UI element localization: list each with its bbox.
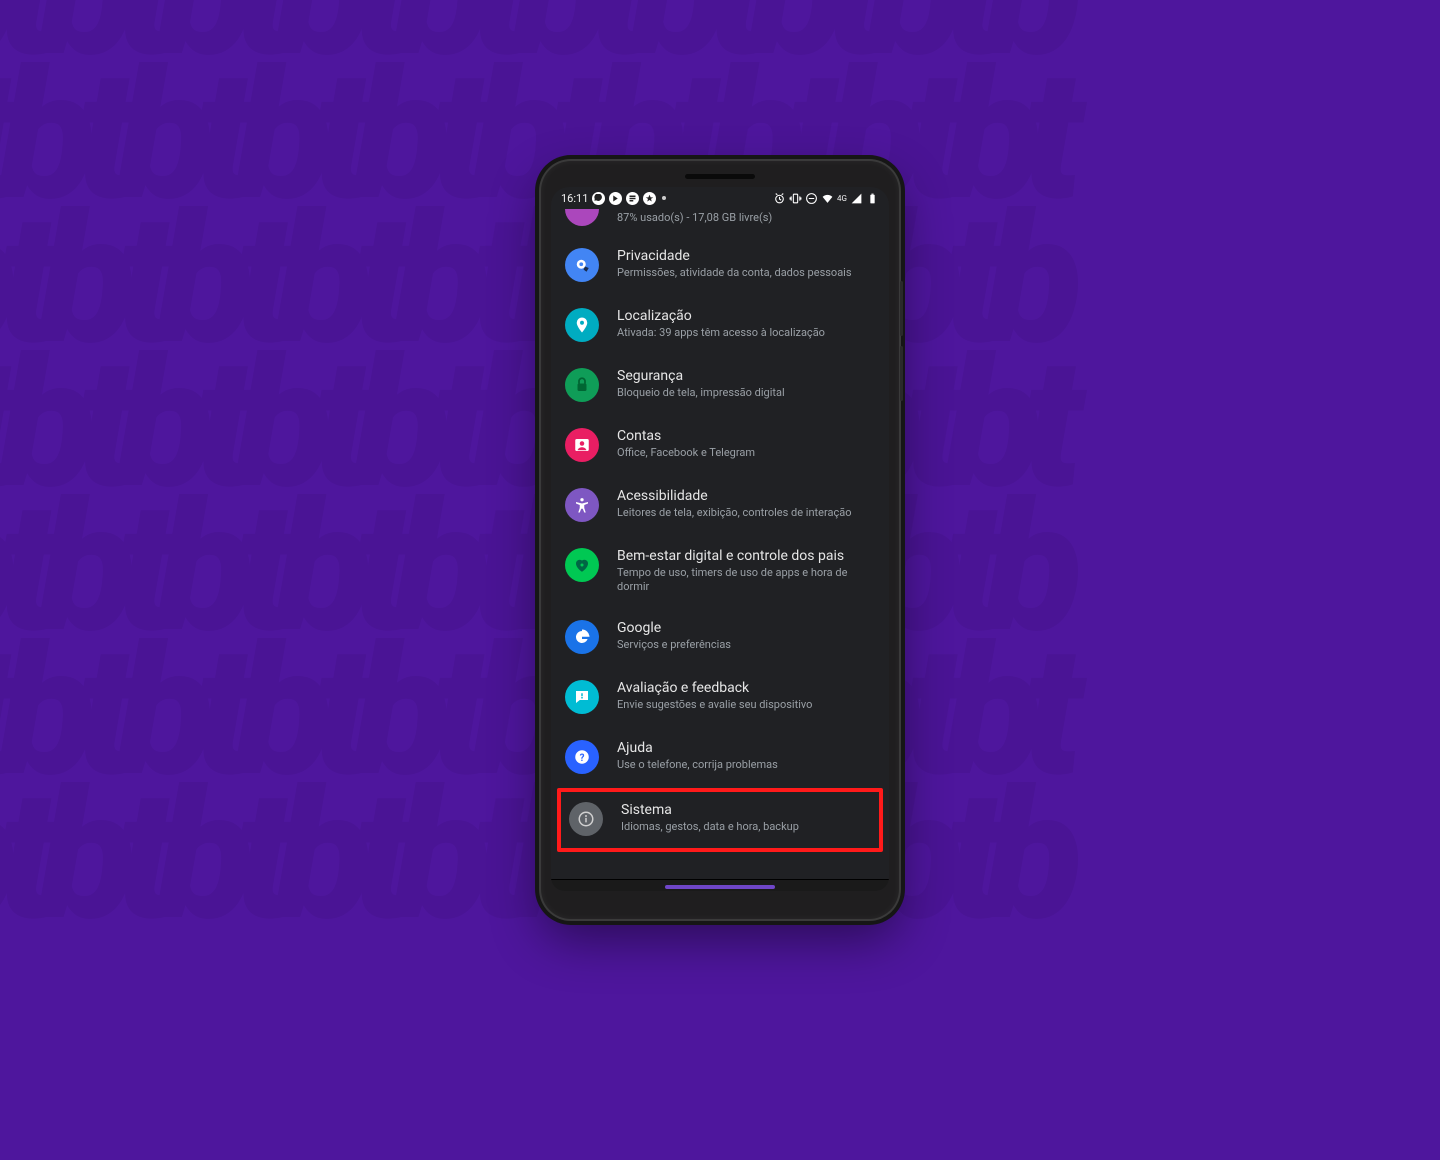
settings-item-subtitle: Bloqueio de tela, impressão digital — [617, 386, 785, 400]
settings-item-location[interactable]: Localização Ativada: 39 apps têm acesso à… — [551, 296, 889, 356]
notification-icon — [626, 192, 639, 205]
g-icon — [565, 620, 599, 654]
user-icon — [565, 428, 599, 462]
eye-shield-icon — [565, 248, 599, 282]
settings-item-subtitle: Idiomas, gestos, data e hora, backup — [621, 820, 799, 834]
settings-item-help[interactable]: Ajuda Use o telefone, corrija problemas — [551, 728, 889, 788]
settings-item-subtitle: Permissões, atividade da conta, dados pe… — [617, 266, 852, 280]
battery-icon — [866, 192, 879, 205]
settings-item-subtitle: Envie sugestões e avalie seu dispositivo — [617, 698, 812, 712]
vibrate-icon — [789, 192, 802, 205]
more-notifications-dot — [662, 196, 666, 200]
settings-item-subtitle: Use o telefone, corrija problemas — [617, 758, 778, 772]
settings-item-subtitle: Leitores de tela, exibição, controles de… — [617, 506, 852, 520]
settings-item-title: Sistema — [621, 802, 799, 818]
question-icon — [565, 740, 599, 774]
lock-icon — [565, 368, 599, 402]
settings-item-accounts[interactable]: Contas Office, Facebook e Telegram — [551, 416, 889, 476]
info-icon — [569, 802, 603, 836]
settings-item-subtitle: Ativada: 39 apps têm acesso à localizaçã… — [617, 326, 825, 340]
settings-item-title: Segurança — [617, 368, 785, 384]
settings-item-title: Privacidade — [617, 248, 852, 264]
settings-item-subtitle: Office, Facebook e Telegram — [617, 446, 755, 460]
settings-list[interactable]: Privacidade Permissões, atividade da cont… — [551, 236, 889, 879]
network-type-label: 4G — [837, 194, 847, 203]
settings-item-google[interactable]: Google Serviços e preferências — [551, 608, 889, 668]
storage-icon — [565, 209, 599, 226]
settings-item-subtitle: 87% usado(s) - 17,08 GB livre(s) — [617, 211, 772, 224]
settings-item-title: Google — [617, 620, 731, 636]
settings-item-title: Bem-estar digital e controle dos pais — [617, 548, 875, 564]
volume-down-button[interactable] — [900, 346, 903, 401]
settings-item-title: Avaliação e feedback — [617, 680, 812, 696]
settings-item-title: Acessibilidade — [617, 488, 852, 504]
screen: 16:11 — [551, 187, 889, 891]
dnd-icon — [805, 192, 818, 205]
signal-icon — [850, 192, 863, 205]
settings-item-accessibility[interactable]: Acessibilidade Leitores de tela, exibição… — [551, 476, 889, 536]
a11y-icon — [565, 488, 599, 522]
settings-item-title: Contas — [617, 428, 755, 444]
settings-item-subtitle: Tempo de uso, timers de uso de apps e ho… — [617, 566, 875, 594]
notification-icon — [643, 192, 656, 205]
heart-icon — [565, 548, 599, 582]
settings-item-wellbeing[interactable]: Bem-estar digital e controle dos pais Tem… — [551, 536, 889, 608]
settings-item-system[interactable]: Sistema Idiomas, gestos, data e hora, bac… — [557, 788, 883, 852]
settings-item-title: Localização — [617, 308, 825, 324]
chat-icon — [565, 680, 599, 714]
settings-item-subtitle: Serviços e preferências — [617, 638, 731, 652]
settings-item-feedback[interactable]: Avaliação e feedback Envie sugestões e av… — [551, 668, 889, 728]
wifi-icon — [821, 192, 834, 205]
notification-icon — [609, 192, 622, 205]
status-bar: 16:11 — [551, 187, 889, 209]
volume-up-button[interactable] — [900, 281, 903, 336]
settings-item-security[interactable]: Segurança Bloqueio de tela, impressão dig… — [551, 356, 889, 416]
gesture-handle[interactable] — [665, 885, 775, 889]
pin-icon — [565, 308, 599, 342]
navigation-bar[interactable] — [551, 879, 889, 891]
settings-item-title: Ajuda — [617, 740, 778, 756]
status-clock: 16:11 — [561, 192, 588, 205]
settings-item-privacy[interactable]: Privacidade Permissões, atividade da cont… — [551, 236, 889, 296]
whatsapp-icon — [592, 192, 605, 205]
phone-frame: 16:11 — [541, 161, 899, 919]
settings-item-storage-partial[interactable]: 87% usado(s) - 17,08 GB livre(s) — [551, 209, 889, 236]
alarm-icon — [773, 192, 786, 205]
